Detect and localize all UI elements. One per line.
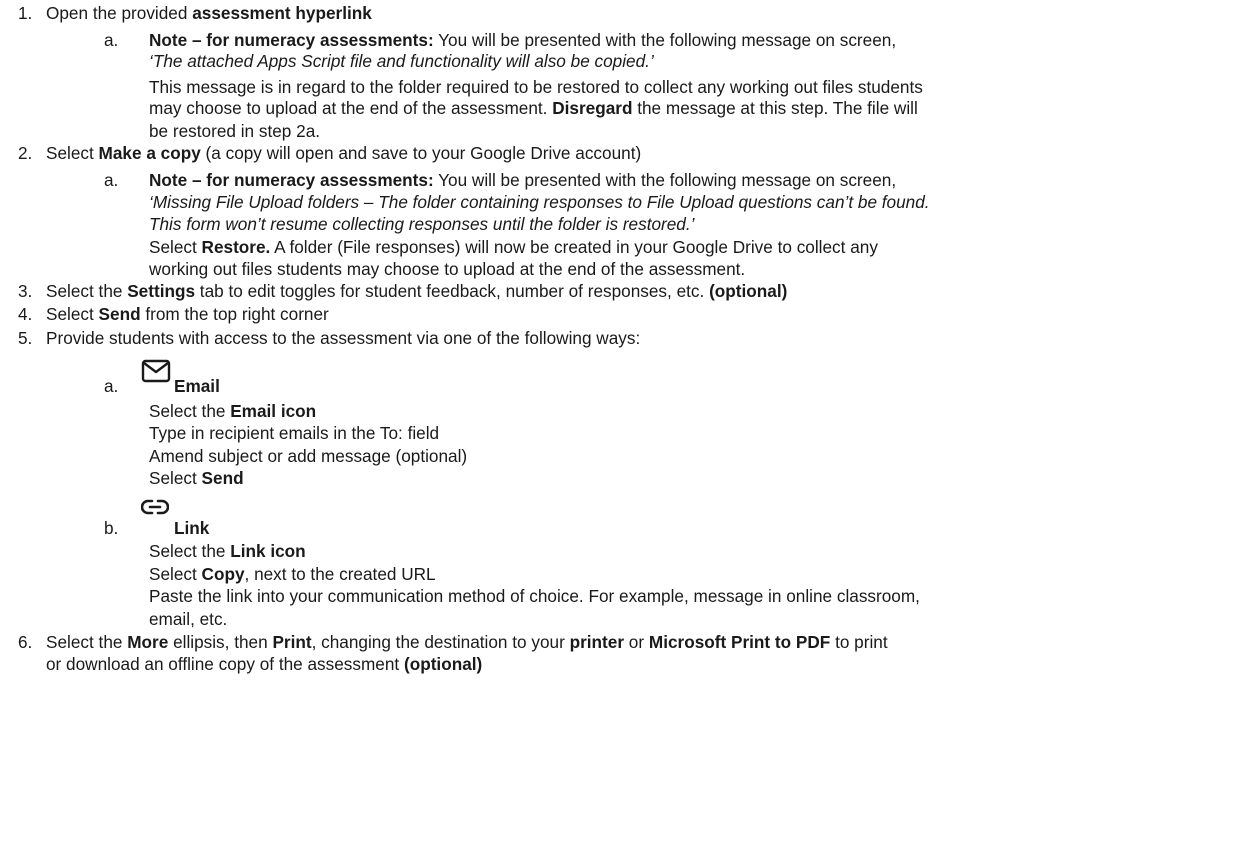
email-option-line: Type in recipient emails in the To: fiel… (149, 423, 440, 443)
step-1a-line: be restored in step 2a. (149, 121, 321, 141)
link-icon (140, 498, 170, 521)
instructions-document: 1. Open the provided assessment hyperlin… (0, 0, 1255, 849)
link-option-line: Paste the link into your communication m… (149, 586, 920, 606)
step-1a-line: This message is in regard to the folder … (149, 77, 923, 97)
step-1-number: 1. (18, 3, 33, 23)
step-1a-line: may choose to upload at the end of the a… (149, 98, 918, 118)
email-option-letter: a. (104, 376, 119, 396)
step-5-number: 5. (18, 328, 33, 348)
email-option-title: Email (174, 376, 220, 396)
step-4-number: 4. (18, 304, 33, 324)
step-2-text: Select Make a copy (a copy will open and… (46, 143, 642, 163)
step-6-line: Select the More ellipsis, then Print, ch… (46, 632, 888, 652)
email-option-line: Amend subject or add message (optional) (149, 446, 468, 466)
step-3-text: Select the Settings tab to edit toggles … (46, 281, 788, 301)
link-option-title: Link (174, 518, 210, 538)
step-2a-letter: a. (104, 170, 119, 190)
email-option-line: Select the Email icon (149, 401, 317, 421)
step-6-number: 6. (18, 632, 33, 652)
mail-icon (141, 359, 171, 388)
step-1a-line: ‘The attached Apps Script file and funct… (149, 51, 654, 71)
step-6-line: or download an offline copy of the asses… (46, 654, 483, 674)
step-4-text: Select Send from the top right corner (46, 304, 329, 324)
step-2a-line: ‘Missing File Upload folders – The folde… (149, 192, 930, 212)
email-option-line: Select Send (149, 468, 244, 488)
step-1a-line: Note – for numeracy assessments: You wil… (149, 30, 897, 50)
link-option-letter: b. (104, 518, 119, 538)
assessment-hyperlink: assessment hyperlink (192, 3, 372, 23)
link-option-line: Select the Link icon (149, 541, 306, 561)
step-2a-line: Note – for numeracy assessments: You wil… (149, 170, 897, 190)
step-2a-line: This form won’t resume collecting respon… (149, 214, 695, 234)
step-2a-line: working out files students may choose to… (149, 259, 746, 279)
link-option-line: email, etc. (149, 609, 228, 629)
link-option-line: Select Copy, next to the created URL (149, 564, 436, 584)
step-3-number: 3. (18, 281, 33, 301)
step-1a-letter: a. (104, 30, 119, 50)
step-1-text: Open the provided assessment hyperlink (46, 3, 372, 23)
step-2a-line: Select Restore. A folder (File responses… (149, 237, 878, 257)
step-2-number: 2. (18, 143, 33, 163)
step-5-text: Provide students with access to the asse… (46, 328, 641, 348)
